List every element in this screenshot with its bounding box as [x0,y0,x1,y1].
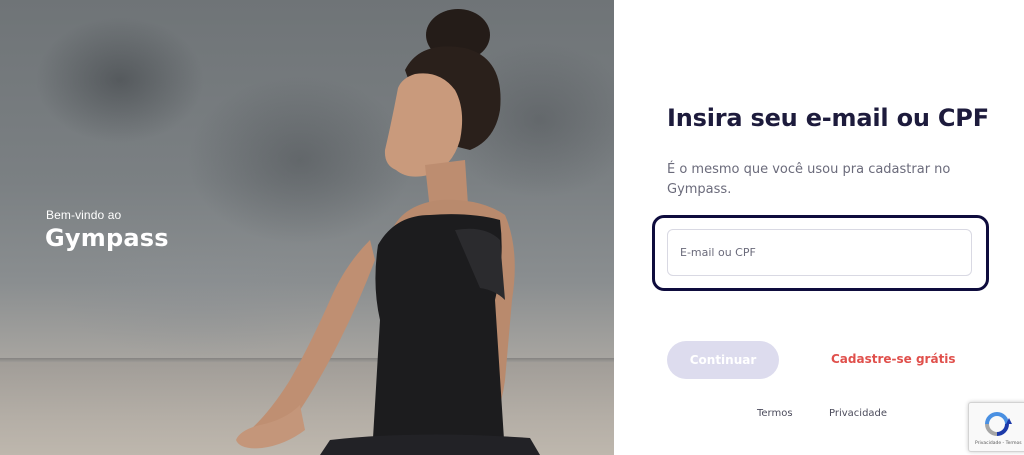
email-or-cpf-input[interactable] [667,229,972,276]
hero-panel: Bem-vindo ao Gympass [0,0,614,455]
signup-link[interactable]: Cadastre-se grátis [831,352,956,366]
privacy-link[interactable]: Privacidade [829,408,887,419]
brand-logo-text: Gympass [45,224,169,252]
recaptcha-badge[interactable]: Privacidade - Termos [968,402,1024,452]
continue-button[interactable]: Continuar [667,341,779,379]
recaptcha-legal-text: Privacidade - Termos [975,441,1022,446]
recaptcha-icon [985,412,1012,436]
page-title: Insira seu e-mail ou CPF [667,104,989,132]
page-subtitle: É o mesmo que você usou pra cadastrar no… [667,162,951,197]
welcome-text: Bem-vindo ao [46,208,122,222]
terms-link[interactable]: Termos [757,408,793,419]
